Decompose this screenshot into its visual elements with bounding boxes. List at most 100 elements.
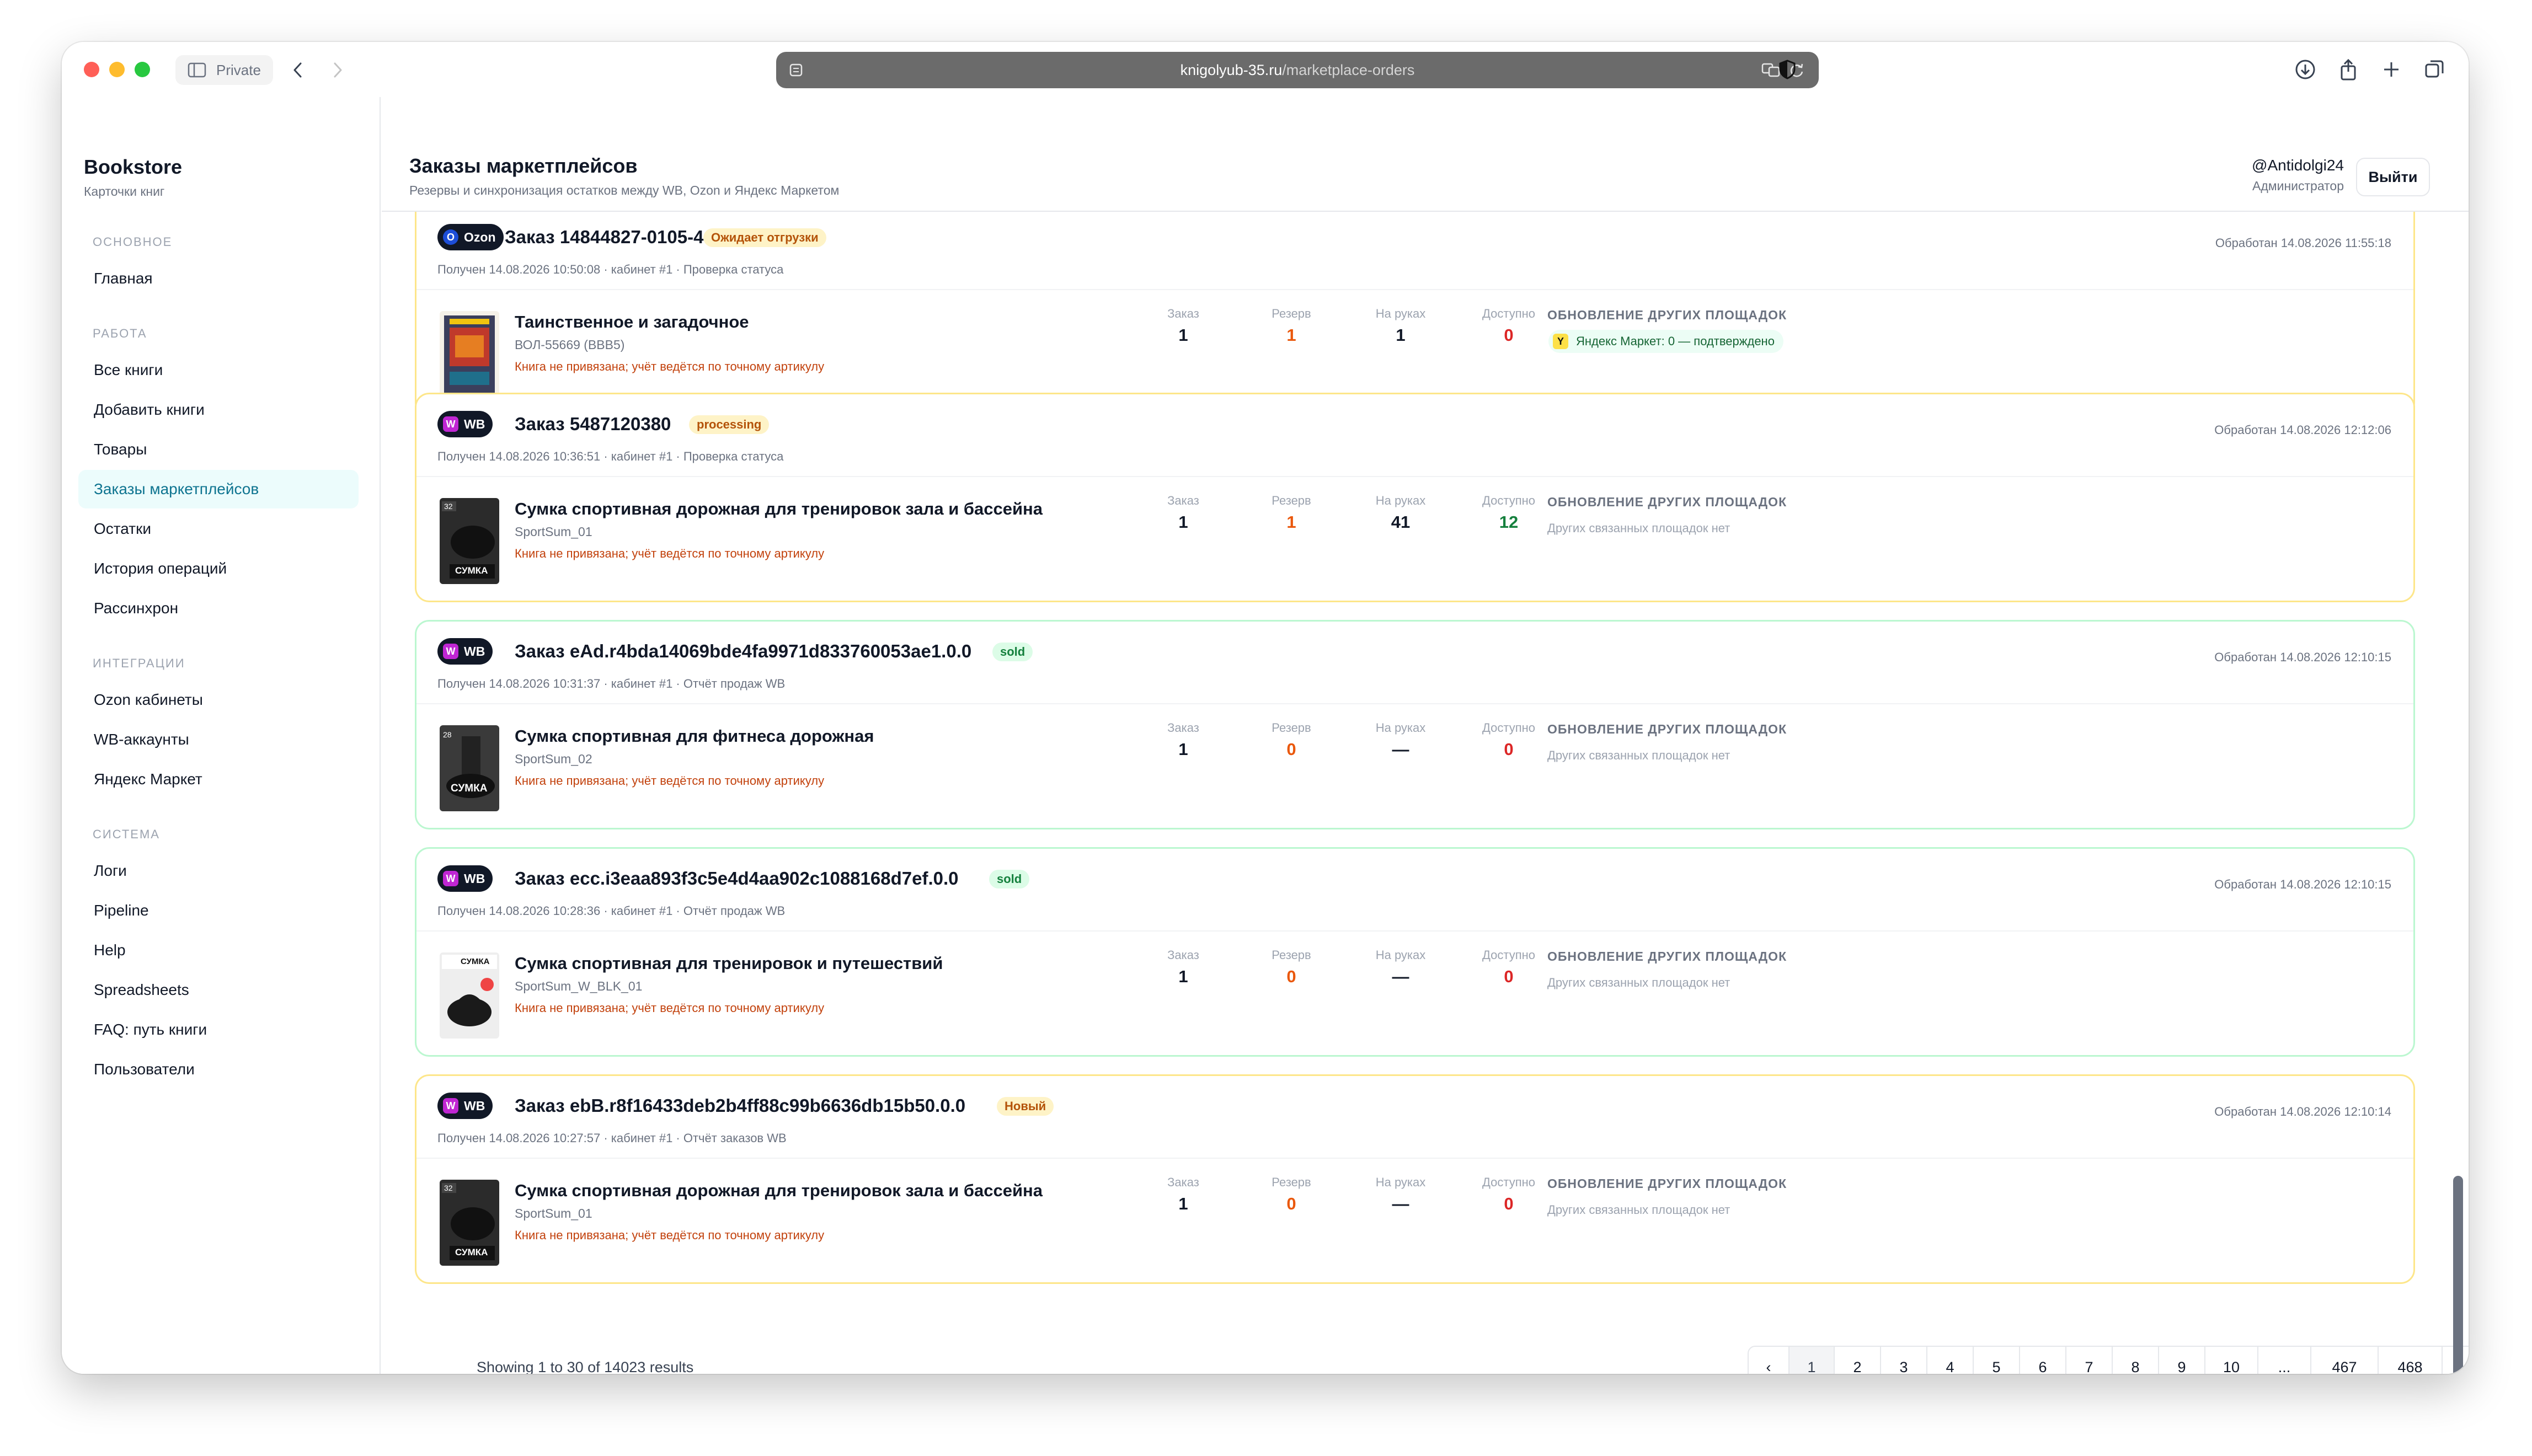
page-button[interactable]: 1 — [1790, 1347, 1835, 1374]
stat-label: Резерв — [1272, 948, 1311, 962]
order-title[interactable]: Заказ 14844827-0105-4 — [505, 224, 703, 250]
browser-window: Private knigolyub-35.ru/marketplace-orde… — [62, 42, 2469, 1374]
new-tab-button[interactable] — [2379, 57, 2403, 82]
sidebar-item-all-books[interactable]: Все книги — [78, 351, 359, 389]
processed-time: Обработан 14.08.2026 12:10:15 — [2214, 650, 2391, 664]
close-window-button[interactable] — [84, 62, 99, 77]
order-title[interactable]: Заказ ecc.i3eaa893f3c5e4d4aa902c1088168d… — [515, 865, 959, 892]
sync-status-badge: Y Яндекс Маркет: 0 — подтверждено — [1548, 330, 1783, 353]
stat-value: 1 — [1178, 512, 1188, 532]
logout-button[interactable]: Выйти — [2356, 158, 2430, 196]
marketplace-label: Ozon — [464, 229, 496, 244]
marketplace-label: WB — [464, 1098, 485, 1113]
stat-value: 41 — [1391, 512, 1411, 532]
sidebar-item-users[interactable]: Пользователи — [78, 1050, 359, 1089]
page-button[interactable]: 467 — [2311, 1347, 2379, 1374]
wb-icon: W — [443, 416, 458, 432]
sidebar-item-desync[interactable]: Рассинхрон — [78, 589, 359, 628]
page-title: Заказы маркетплейсов — [409, 154, 638, 177]
sync-header: ОБНОВЛЕНИЕ ДРУГИХ ПЛОЩАДОК — [1547, 722, 1787, 736]
sidebar-item-spreadsheets[interactable]: Spreadsheets — [78, 971, 359, 1009]
tab-overview-button[interactable] — [2422, 57, 2446, 82]
page-button[interactable]: 9 — [2159, 1347, 2205, 1374]
ozon-icon: O — [443, 229, 458, 245]
scrollbar-thumb[interactable] — [2453, 1176, 2463, 1374]
product-thumbnail: 28 СУМКА — [440, 725, 499, 811]
product-sku: SportSum_02 — [515, 752, 592, 766]
sidebar-item-stock[interactable]: Остатки — [78, 510, 359, 548]
url-host: knigolyub-35.ru — [1180, 61, 1283, 78]
address-bar[interactable]: knigolyub-35.ru/marketplace-orders — [776, 52, 1819, 88]
sidebar-item-pipeline[interactable]: Pipeline — [78, 891, 359, 930]
sidebar-item-history[interactable]: История операций — [78, 549, 359, 588]
stat-reserve: Резерв 1 — [1247, 307, 1336, 345]
sidebar-item-products[interactable]: Товары — [78, 430, 359, 469]
product-thumbnail — [440, 311, 499, 397]
brand[interactable]: Bookstore Карточки книг — [84, 156, 182, 199]
page-button[interactable]: 3 — [1881, 1347, 1927, 1374]
product-thumbnail: СУМКА — [440, 952, 499, 1039]
stat-value: — — [1392, 1194, 1409, 1213]
page-button[interactable]: 5 — [1974, 1347, 2020, 1374]
page-button[interactable]: 7 — [2066, 1347, 2113, 1374]
sidebar-item-add-books[interactable]: Добавить книги — [78, 390, 359, 429]
stat-label: Заказ — [1167, 948, 1199, 962]
url-path: /marketplace-orders — [1282, 61, 1415, 78]
window-controls — [84, 62, 150, 77]
order-title[interactable]: Заказ ebB.r8f16433deb2b4ff88c99b6636db15… — [515, 1093, 965, 1119]
sync-header: ОБНОВЛЕНИЕ ДРУГИХ ПЛОЩАДОК — [1547, 308, 1787, 322]
user-name: @Antidolgi24 — [2252, 157, 2344, 174]
order-card: O Ozon Заказ 14844827-0105-4 Ожидает отг… — [415, 212, 2415, 417]
product-title[interactable]: Сумка спортивная для тренировок и путеше… — [515, 954, 943, 973]
order-title[interactable]: Заказ 5487120380 — [515, 411, 671, 437]
order-card-header: O Ozon Заказ 14844827-0105-4 Ожидает отг… — [416, 212, 2413, 290]
page-button[interactable]: 10 — [2205, 1347, 2258, 1374]
stat-label: Доступно — [1482, 948, 1535, 962]
translate-icon[interactable] — [1761, 62, 1780, 78]
page-button[interactable]: 8 — [2113, 1347, 2159, 1374]
share-button[interactable] — [2336, 57, 2360, 82]
stat-reserve: Резерв 1 — [1247, 494, 1336, 532]
product-title[interactable]: Таинственное и загадочное — [515, 312, 749, 332]
sidebar-item-help[interactable]: Help — [78, 931, 359, 970]
sync-note: Других связанных площадок нет — [1547, 1203, 1730, 1217]
back-button[interactable] — [283, 55, 313, 85]
stat-value: — — [1392, 740, 1409, 759]
sidebar-item-faq[interactable]: FAQ: путь книги — [78, 1010, 359, 1049]
product-title[interactable]: Сумка спортивная для фитнеса дорожная — [515, 726, 874, 746]
page-button[interactable]: 468 — [2379, 1347, 2443, 1374]
stat-order: Заказ 1 — [1139, 721, 1227, 759]
stat-on-hand: На руках 41 — [1356, 494, 1445, 532]
minimize-window-button[interactable] — [109, 62, 125, 77]
page-button[interactable]: 4 — [1927, 1347, 1974, 1374]
stat-value: 0 — [1504, 967, 1514, 986]
sidebar-toggle-button[interactable]: Private — [175, 55, 273, 85]
sidebar-item-home[interactable]: Главная — [78, 259, 359, 298]
binding-warning: Книга не привязана; учёт ведётся по точн… — [515, 774, 825, 788]
zoom-window-button[interactable] — [135, 62, 150, 77]
forward-button[interactable] — [323, 55, 352, 85]
order-title[interactable]: Заказ eAd.r4bda14069bde4fa9971d833760053… — [515, 638, 971, 665]
downloads-button[interactable] — [2293, 57, 2317, 82]
product-title[interactable]: Сумка спортивная дорожная для тренировок… — [515, 499, 1043, 519]
order-meta: Получен 14.08.2026 10:31:37 · кабинет #1… — [437, 677, 786, 690]
page-button[interactable]: 2 — [1835, 1347, 1881, 1374]
stat-label: На руках — [1375, 494, 1426, 507]
sidebar-item-wb-accounts[interactable]: WB-аккаунты — [78, 720, 359, 759]
product-title[interactable]: Сумка спортивная дорожная для тренировок… — [515, 1181, 1043, 1201]
page-button[interactable]: 6 — [2020, 1347, 2066, 1374]
stat-value: 1 — [1178, 740, 1188, 759]
sidebar-item-yandex-market[interactable]: Яндекс Маркет — [78, 760, 359, 799]
sidebar-item-logs[interactable]: Логи — [78, 852, 359, 890]
order-card: W WB Заказ 5487120380 processing Получен… — [415, 393, 2415, 602]
sidebar-item-marketplace-orders[interactable]: Заказы маркетплейсов — [78, 470, 359, 508]
shield-icon[interactable] — [1778, 60, 1796, 79]
stat-order: Заказ 1 — [1139, 307, 1227, 345]
sidebar-item-ozon-cabinets[interactable]: Ozon кабинеты — [78, 681, 359, 719]
page-settings-icon[interactable] — [788, 62, 804, 78]
wb-icon: W — [443, 871, 458, 886]
prev-page-button[interactable]: ‹ — [1749, 1347, 1790, 1374]
results-summary: Showing 1 to 30 of 14023 results — [477, 1359, 694, 1374]
stat-label: Заказ — [1167, 307, 1199, 320]
stat-value: 12 — [1499, 512, 1519, 532]
